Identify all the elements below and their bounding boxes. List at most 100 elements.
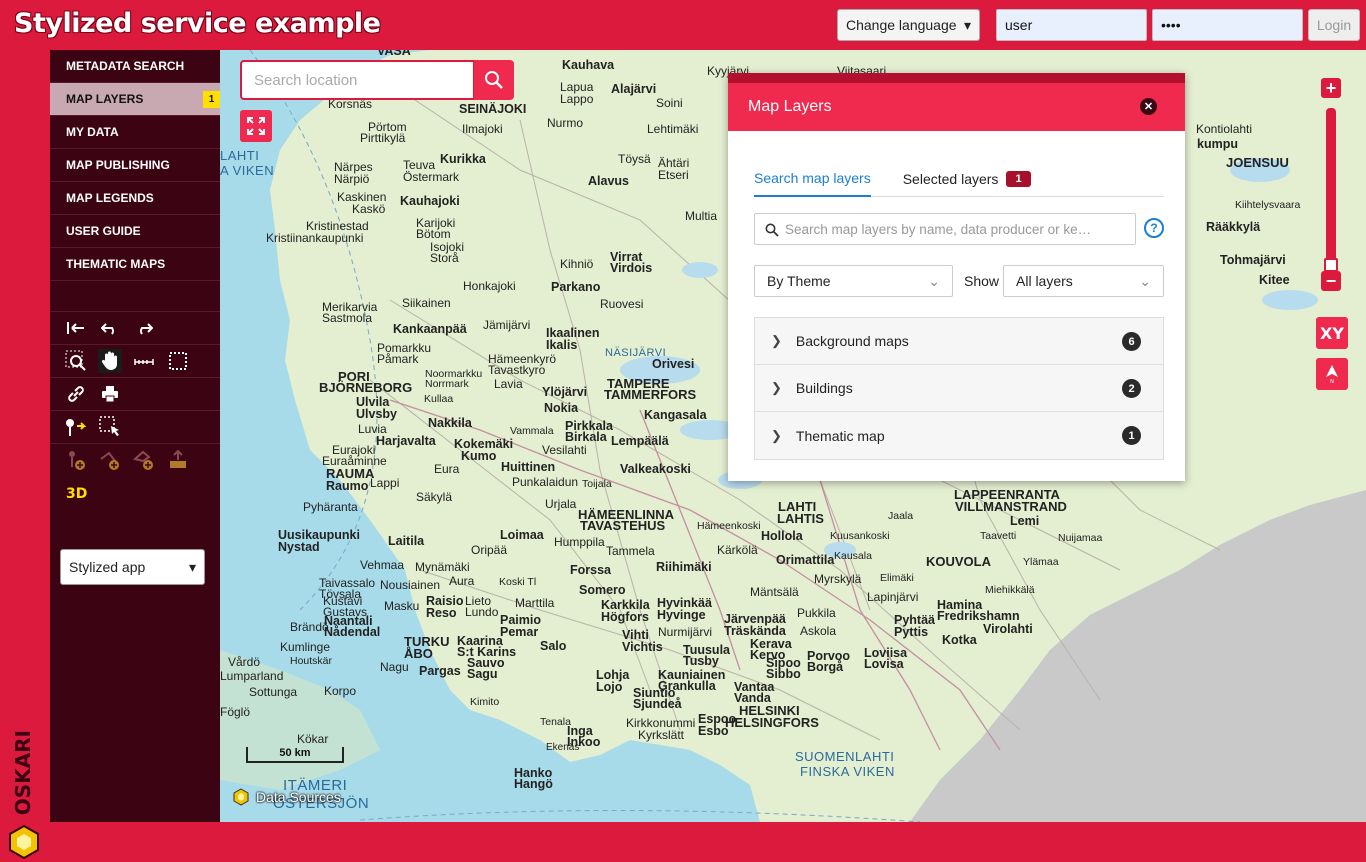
map-label: Påmark xyxy=(377,352,419,366)
menu-item-user-guide[interactable]: USER GUIDE xyxy=(50,215,220,248)
tool-row-navigation xyxy=(50,344,220,377)
add-area-icon[interactable] xyxy=(132,448,156,472)
menu-item-label: METADATA SEARCH xyxy=(66,59,185,73)
map-label: Eura xyxy=(434,462,460,476)
map-label: Ylöjärvi xyxy=(542,385,588,399)
map-label: Virolahti xyxy=(983,622,1033,636)
map-label: Föglö xyxy=(220,705,251,719)
tool-row-draw xyxy=(50,443,220,476)
undo-icon[interactable] xyxy=(98,316,122,340)
map-label: Brändö xyxy=(290,620,329,634)
map-label: TAMMERFORS xyxy=(604,387,697,402)
map-label: Soini xyxy=(656,96,683,110)
map-layers-panel: Map Layers ✕ Search map layers Selected … xyxy=(728,73,1185,481)
language-select[interactable]: Change language ▾ xyxy=(837,9,980,41)
help-icon[interactable]: ? xyxy=(1144,218,1164,238)
print-icon[interactable] xyxy=(98,382,122,406)
redo-icon[interactable] xyxy=(132,316,156,340)
map-label: LAHTIS xyxy=(777,511,824,526)
username-input[interactable]: user xyxy=(996,9,1147,41)
import-data-icon[interactable] xyxy=(166,448,190,472)
panel-title: Map Layers xyxy=(748,98,832,115)
menu-item-metadata-search[interactable]: METADATA SEARCH xyxy=(50,50,220,83)
feature-info-icon[interactable] xyxy=(64,415,88,439)
menu-item-my-data[interactable]: MY DATA xyxy=(50,116,220,149)
layer-group-background-maps[interactable]: ❯ Background maps 6 xyxy=(755,318,1163,365)
zoom-out-button[interactable]: − xyxy=(1321,271,1341,291)
map-label: Somero xyxy=(579,583,626,597)
menu-item-label: THEMATIC MAPS xyxy=(66,257,166,271)
add-point-icon[interactable] xyxy=(64,448,88,472)
fullscreen-button[interactable] xyxy=(240,110,272,142)
map-label: Houtskär xyxy=(290,655,333,667)
menu-item-map-legends[interactable]: MAP LEGENDS xyxy=(50,182,220,215)
map-label: Taavetti xyxy=(980,530,1017,542)
map-label: Nådendal xyxy=(324,625,381,639)
map-label: FINSKA VIKEN xyxy=(800,764,895,779)
tool-row-history xyxy=(50,311,220,344)
layer-search-input[interactable]: Search map layers by name, data producer… xyxy=(754,213,1136,245)
measure-area-icon[interactable] xyxy=(166,349,190,373)
select-features-icon[interactable] xyxy=(98,415,122,439)
zoom-slider[interactable] xyxy=(1324,108,1338,272)
layer-group-buildings[interactable]: ❯ Buildings 2 xyxy=(755,365,1163,412)
password-input[interactable]: •••• xyxy=(1152,9,1303,41)
menu-item-map-publishing[interactable]: MAP PUBLISHING xyxy=(50,149,220,182)
coordinate-tool-button[interactable]: XY xyxy=(1316,317,1348,349)
location-search-input[interactable]: Search location xyxy=(240,60,475,100)
map-label: Vammala xyxy=(510,425,554,437)
north-arrow-button[interactable]: N xyxy=(1316,358,1348,390)
zoom-in-button[interactable]: + xyxy=(1321,78,1341,98)
theme-filter-select[interactable]: By Theme ⌄ xyxy=(754,265,953,297)
login-button[interactable]: Login xyxy=(1308,9,1360,41)
tool-row-feature xyxy=(50,410,220,443)
map-label: Tohmajärvi xyxy=(1220,253,1286,267)
map-label: SEINÄJOKI xyxy=(459,102,527,116)
reset-view-icon[interactable] xyxy=(64,316,88,340)
map-label: Kitee xyxy=(1259,273,1290,287)
map-label: Sjundeå xyxy=(633,697,682,711)
map-label: Norrmark xyxy=(425,378,469,390)
map-label: Lumparland xyxy=(220,669,284,683)
measure-line-icon[interactable] xyxy=(132,349,156,373)
data-sources-icon xyxy=(233,788,249,806)
chevron-down-icon: ⌄ xyxy=(1139,272,1151,289)
show-filter-select[interactable]: All layers ⌄ xyxy=(1003,265,1164,297)
map-label: Pirttikylä xyxy=(360,131,406,145)
map-label: LAHTI A VIKEN xyxy=(220,148,275,178)
map-label: Nurmijärvi xyxy=(658,625,712,639)
map-label: Ikalis xyxy=(546,338,578,352)
zoom-box-icon[interactable] xyxy=(64,349,88,373)
close-icon[interactable]: ✕ xyxy=(1140,98,1157,115)
map-label: Sastmola xyxy=(322,311,373,325)
map-label: Kristiinankaupunki xyxy=(266,231,364,245)
pan-hand-icon[interactable] xyxy=(98,349,122,373)
map-label: Orimattila xyxy=(776,553,835,567)
search-button[interactable] xyxy=(474,60,514,100)
layer-count-badge: 2 xyxy=(1122,379,1141,398)
chevron-down-icon: ⌄ xyxy=(928,272,940,289)
selected-layers-badge: 1 xyxy=(1006,171,1031,187)
map-label: VASA xyxy=(377,50,411,58)
map-label: Myrskylä xyxy=(814,572,862,586)
data-sources-button[interactable]: Data Sources xyxy=(232,788,341,806)
map-label: Multia xyxy=(685,209,718,223)
map-label: Lappo xyxy=(560,92,594,106)
menu-item-label: MAP LEGENDS xyxy=(66,191,154,205)
map-label: Vårdö xyxy=(228,655,261,669)
3d-button[interactable]: 3D xyxy=(66,486,87,502)
map-label: Östermark xyxy=(403,170,460,184)
app-select[interactable]: Stylized app ▾ xyxy=(60,549,205,585)
map-label: Birkala xyxy=(565,430,607,444)
tab-selected-layers[interactable]: Selected layers 1 xyxy=(903,161,1031,197)
map-label: ÅBO xyxy=(404,646,433,661)
map-label: Pukkila xyxy=(797,606,836,620)
map-label: Lovisa xyxy=(864,657,904,671)
add-line-icon[interactable] xyxy=(98,448,122,472)
map-label: Humppila xyxy=(554,535,605,549)
tab-search-map-layers[interactable]: Search map layers xyxy=(754,161,871,197)
layer-group-thematic-map[interactable]: ❯ Thematic map 1 xyxy=(755,412,1163,459)
menu-item-thematic-maps[interactable]: THEMATIC MAPS xyxy=(50,248,220,281)
menu-item-map-layers[interactable]: MAP LAYERS 1 xyxy=(50,83,220,116)
link-icon[interactable] xyxy=(64,382,88,406)
